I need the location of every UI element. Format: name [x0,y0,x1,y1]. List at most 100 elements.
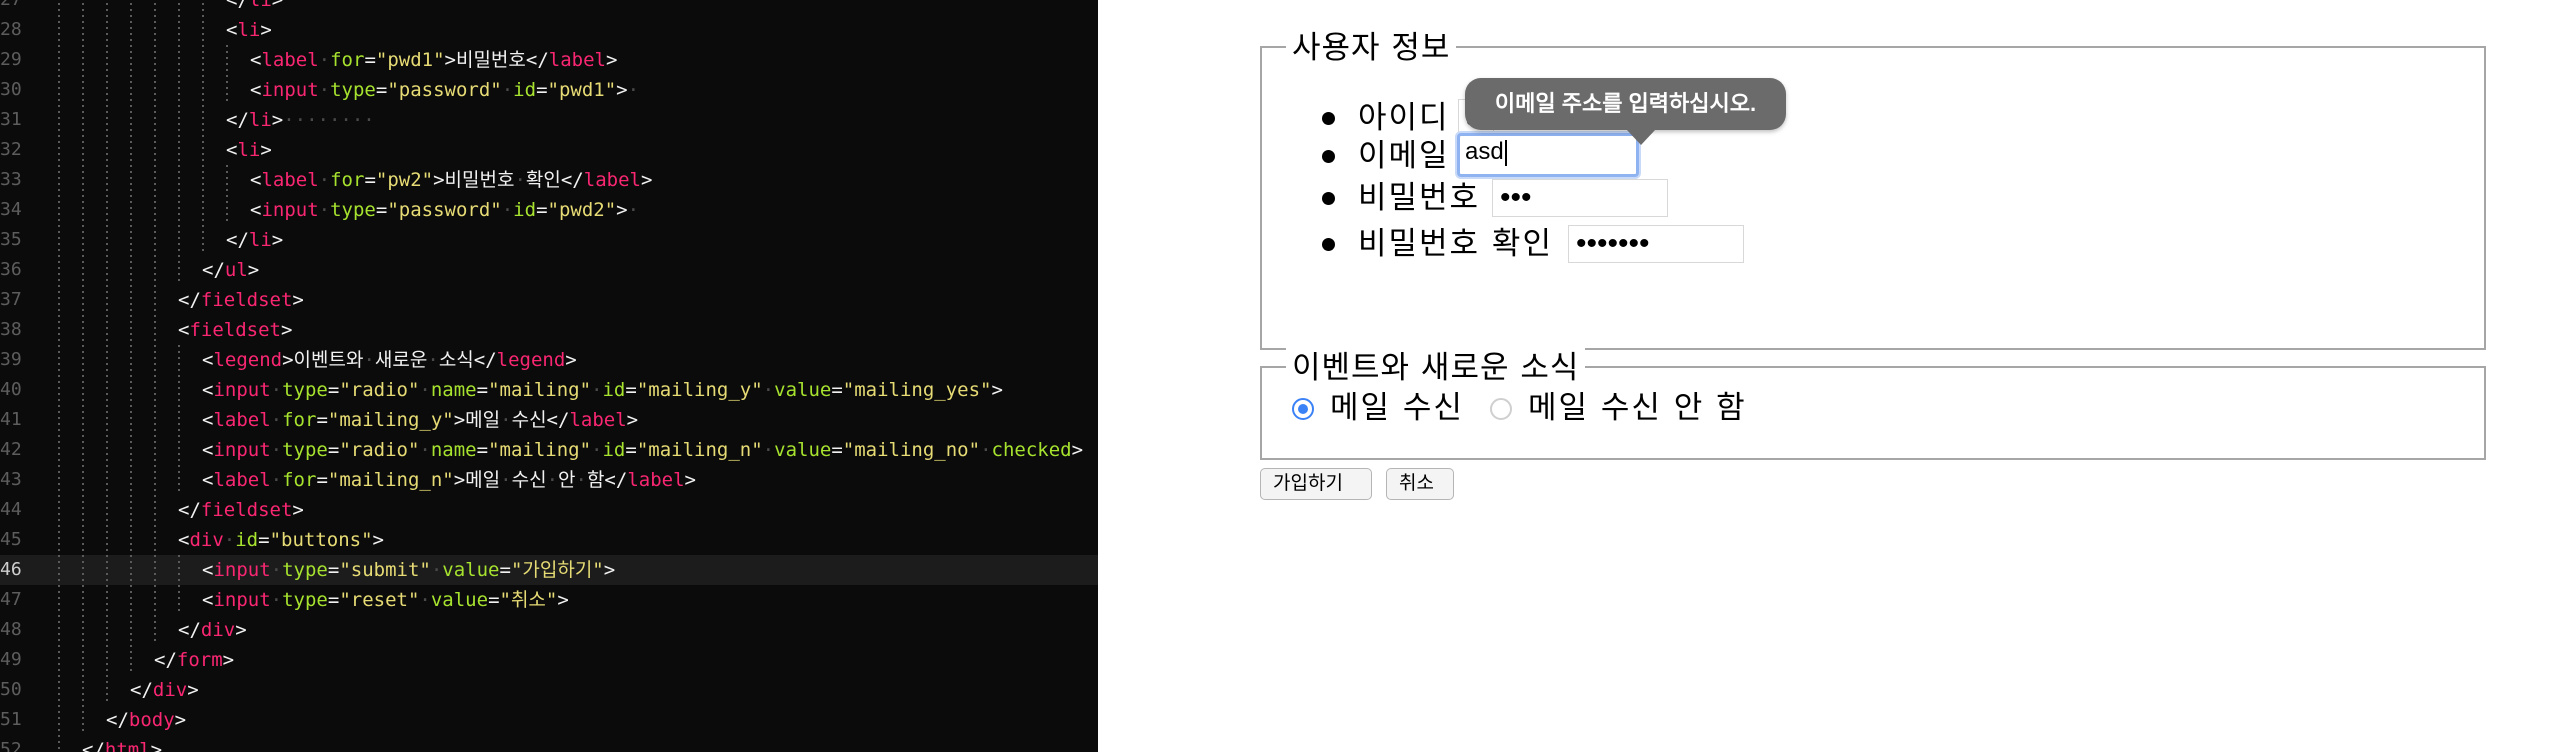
code-line[interactable]: 44 </fieldset> [0,495,1098,525]
password-confirm-input[interactable]: ••••••• [1568,225,1744,263]
code-token: > [640,169,653,191]
indent-guide [82,435,84,465]
indent-guide [82,15,84,45]
indent-guide [130,555,132,585]
indent-guide [130,525,132,555]
email-input[interactable]: asd [1457,133,1639,177]
mailing-no-radio[interactable] [1490,398,1512,420]
line-number: 49 [0,649,22,670]
code-token: "password" [387,79,502,101]
code-line[interactable]: 32 <li> [0,135,1098,165]
indent-guide [178,375,180,405]
code-token: > [271,109,284,131]
code-line[interactable]: 38 <fieldset> [0,315,1098,345]
code-token: · [318,199,331,221]
indent-guide [130,315,132,345]
submit-button[interactable]: 가입하기 [1260,468,1372,500]
code-line[interactable]: 48 </div> [0,615,1098,645]
code-token: = [375,79,388,101]
bullet-icon [1322,112,1335,125]
tooltip-arrow-icon [1626,129,1656,145]
code-line[interactable]: 49 </form> [0,645,1098,675]
code-line[interactable]: 39 <legend>이벤트와·새로운·소식</legend> [0,345,1098,375]
code-token: fieldset [200,499,293,521]
code-token: · [419,439,431,461]
code-token: < [202,349,214,371]
code-line[interactable]: 27 </li> [0,0,1098,15]
indent-guide [106,405,108,435]
mailing-yes-label[interactable]: 메일 수신 [1330,388,1464,428]
indent-guide [130,15,132,45]
indent-guide [154,315,156,345]
code-line[interactable]: 29 <label·for="pwd1">비밀번호</label> [0,45,1098,75]
code-line[interactable]: 43 <label·for="mailing_n">메일·수신·안·함</labe… [0,465,1098,495]
line-number: 33 [0,169,22,190]
code-token: = [536,79,548,101]
code-line[interactable]: 42 <input·type="radio"·name="mailing"·id=… [0,435,1098,465]
indent-guide [106,75,108,105]
code-token: type [282,439,328,461]
code-token: 새로운 [374,349,428,371]
code-token: label [261,49,319,71]
indent-guide [130,465,132,495]
indent-guide [178,135,180,165]
indent-guide [154,585,156,615]
code-token: id [602,439,626,461]
code-line[interactable]: 34 <input·type="password"·id="pwd2">· [0,195,1098,225]
code-line[interactable]: 36 </ul> [0,255,1098,285]
code-line[interactable]: 46 <input·type="submit"·value="가입하기"> [0,555,1098,585]
reset-button[interactable]: 취소 [1386,468,1454,500]
indent-guide [154,0,156,15]
indent-guide [154,525,156,555]
code-line[interactable]: 45 <div·id="buttons"> [0,525,1098,555]
code-token: </ [106,709,129,731]
code-text: </div> [130,675,199,705]
code-text: </body> [106,705,186,735]
code-token: · [427,349,439,371]
code-line[interactable]: 33 <label·for="pw2">비밀번호·확인</label> [0,165,1098,195]
indent-guide [154,285,156,315]
code-line[interactable]: 51 </body> [0,705,1098,735]
password-label: 비밀번호 [1358,180,1481,216]
indent-guide [82,195,84,225]
code-token: li [248,109,272,131]
code-token: div [152,679,188,701]
line-number: 28 [0,19,22,40]
code-line[interactable]: 37 </fieldset> [0,285,1098,315]
code-line[interactable]: 50 </div> [0,675,1098,705]
code-token: · [419,379,431,401]
code-line[interactable]: 41 <label·for="mailing_y">메일·수신</label> [0,405,1098,435]
indent-guide [82,75,84,105]
code-line[interactable]: 47 <input·type="reset"·value="취소"> [0,585,1098,615]
indent-guide [58,435,60,465]
code-line[interactable]: 35 </li> [0,225,1098,255]
indent-guide [82,345,84,375]
code-line[interactable]: 28 <li> [0,15,1098,45]
password-input[interactable]: ••• [1492,179,1668,217]
code-token: · [546,469,559,491]
code-token: type [282,589,328,611]
code-token: "reset" [339,589,420,611]
indent-guide [130,0,132,15]
code-text: <input·type="password"·id="pwd2">· [250,195,639,225]
code-token: = [476,379,489,401]
code-line[interactable]: 52 </html> [0,735,1098,752]
code-editor[interactable]: 27</li>28<li>29<label·for="pwd1">비밀번호</l… [0,0,1098,752]
code-line[interactable]: 30 <input·type="password"·id="pwd1">· [0,75,1098,105]
code-token: label [213,469,271,491]
code-line[interactable]: 40 <input·type="radio"·name="mailing"·id=… [0,375,1098,405]
code-line[interactable]: 31 </li>········ [0,105,1098,135]
id-label: 아이디 [1358,100,1450,136]
code-token: "radio" [339,439,420,461]
code-text: <li> [226,15,272,45]
code-token: < [250,79,262,101]
mailing-no-label[interactable]: 메일 수신 안 함 [1528,388,1747,428]
code-token: ········ [283,109,375,131]
indent-guide [202,135,204,165]
code-token: · [270,379,283,401]
indent-guide [106,345,108,375]
mailing-yes-radio[interactable] [1292,398,1314,420]
code-token: · [575,469,587,491]
indent-guide [58,345,60,375]
code-token: > [271,0,284,11]
